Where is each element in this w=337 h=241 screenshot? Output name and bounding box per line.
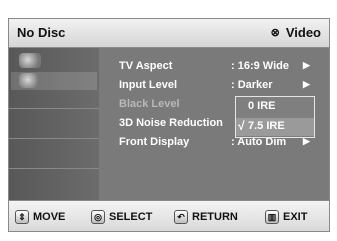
- menu-item-value: : Darker: [231, 79, 273, 91]
- exit-label: EXIT: [283, 211, 308, 223]
- menu-item-tv-aspect[interactable]: TV Aspect : 16:9 Wide ▶: [105, 58, 325, 76]
- footer-bar: ⇕ MOVE ◎ SELECT ↶ RETURN ▥ EXIT: [8, 200, 330, 232]
- return-button[interactable]: ↶ RETURN: [174, 209, 238, 225]
- move-label: MOVE: [33, 211, 66, 223]
- return-label: RETURN: [192, 211, 238, 223]
- dvd-setup-screen: No Disc ⊗ Video TV Aspect : 16:9 Wide ▶: [0, 0, 337, 241]
- mode-indicator: ⊗ Video: [271, 25, 321, 40]
- sidebar: [9, 48, 99, 200]
- setup-menu-icon: [19, 73, 41, 88]
- select-icon: ◎: [91, 210, 105, 224]
- menu-item-label: 3D Noise Reduction: [119, 117, 223, 129]
- black-level-dropdown[interactable]: 0 IRE √ 7.5 IRE: [235, 96, 315, 138]
- menu-item-label: Black Level: [119, 98, 180, 110]
- sidebar-divider: [9, 138, 99, 139]
- select-label: SELECT: [109, 211, 153, 223]
- disc-menu-icon: [19, 53, 41, 68]
- exit-button[interactable]: ▥ EXIT: [265, 209, 307, 225]
- sidebar-tab-1[interactable]: [11, 52, 97, 70]
- menu-item-value: : 16:9 Wide: [231, 60, 289, 72]
- chevron-right-icon: ▶: [303, 60, 310, 70]
- move-button[interactable]: ⇕ MOVE: [15, 209, 65, 225]
- return-icon: ↶: [174, 210, 188, 224]
- exit-icon: ▥: [265, 210, 279, 224]
- sidebar-tab-2[interactable]: [11, 72, 97, 90]
- title-bar: No Disc ⊗ Video: [8, 18, 330, 48]
- menu-item-label: TV Aspect: [119, 60, 173, 72]
- menu-item-label: Input Level: [119, 79, 178, 91]
- sidebar-divider: [9, 168, 99, 169]
- sidebar-divider: [9, 108, 99, 109]
- option-7-5-ire[interactable]: √ 7.5 IRE: [236, 118, 314, 136]
- mode-label: Video: [285, 25, 321, 40]
- chevron-right-icon: ▶: [303, 79, 310, 89]
- menu-item-input-level[interactable]: Input Level : Darker ▶: [105, 77, 325, 95]
- option-0-ire[interactable]: 0 IRE: [236, 98, 314, 116]
- video-mode-icon: ⊗: [270, 27, 280, 39]
- option-label: 0 IRE: [248, 100, 276, 112]
- disc-status: No Disc: [17, 25, 66, 40]
- option-label: 7.5 IRE: [248, 120, 285, 132]
- move-icon: ⇕: [15, 210, 29, 224]
- menu-item-label: Front Display: [119, 136, 190, 148]
- select-button[interactable]: ◎ SELECT: [91, 209, 152, 225]
- checkmark-icon: √: [238, 119, 245, 133]
